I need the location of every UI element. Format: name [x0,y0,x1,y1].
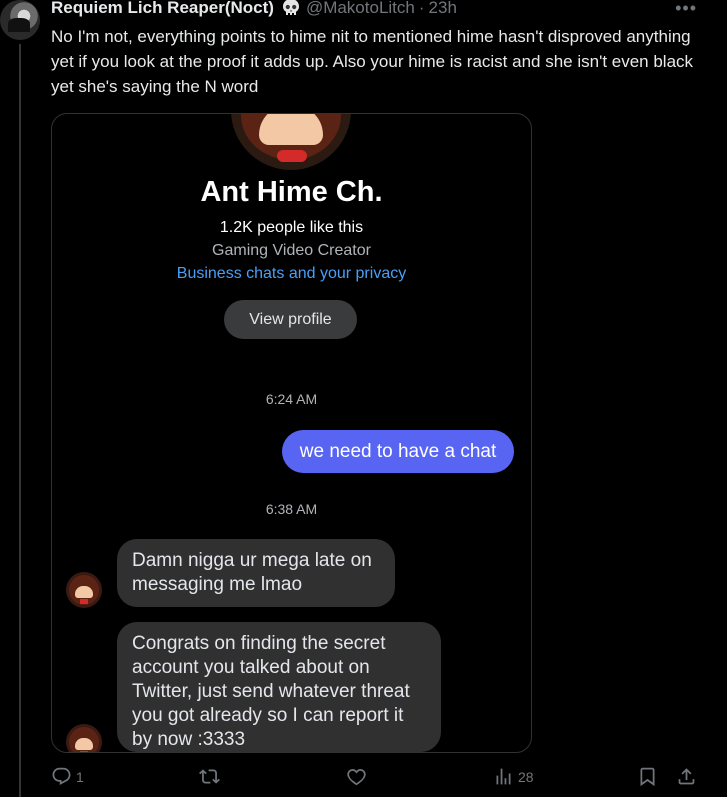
share-icon [678,768,695,785]
bookmark-icon [640,767,655,787]
views-button[interactable]: 28 [493,766,534,787]
retweet-icon [199,769,220,784]
reply-count: 1 [76,768,84,785]
bookmark-button[interactable] [637,766,658,787]
more-icon[interactable]: ••• [675,0,697,19]
sender-avatar [66,572,102,608]
message-timestamp: 6:38 AM [265,501,318,517]
tweet-text: No I'm not, everything points to hime ni… [51,27,694,96]
skull-icon [280,0,302,19]
page-name: Ant Hime Ch. [200,176,383,208]
tweet-time[interactable]: 23h [429,0,457,18]
reply-icon [52,767,71,786]
received-message: Damn nigga ur mega late on messaging me … [117,539,395,607]
page-likes: 1.2K people like this [219,219,364,236]
attached-screenshot[interactable]: Ant Hime Ch. 1.2K people like this Gamin… [51,113,532,753]
separator-dot: · [418,0,425,17]
author-handle[interactable]: @MakotoLitch [306,0,415,18]
reply-button[interactable]: 1 [51,766,84,787]
message-timestamp: 6:24 AM [265,391,318,407]
views-icon [496,768,511,785]
tweet-header: Requiem Lich Reaper(Noct) @MakotoLitch ·… [51,0,457,20]
views-count: 28 [518,768,534,785]
view-profile-button: View profile [224,300,357,339]
sender-avatar [66,724,102,752]
share-button[interactable] [676,766,697,787]
profile-picture [231,114,351,170]
heart-icon [347,769,366,786]
avatar[interactable] [0,0,40,40]
privacy-link: Business chats and your privacy [176,265,407,282]
tweet-actions: 1 28 [51,766,701,794]
thread-line [19,44,21,797]
author-name[interactable]: Requiem Lich Reaper(Noct) [51,0,274,18]
retweet-button[interactable] [199,766,220,787]
sent-message: we need to have a chat [282,430,514,473]
page-category: Gaming Video Creator [212,242,371,259]
received-message: Congrats on finding the secret account y… [117,622,441,752]
like-button[interactable] [346,766,367,787]
